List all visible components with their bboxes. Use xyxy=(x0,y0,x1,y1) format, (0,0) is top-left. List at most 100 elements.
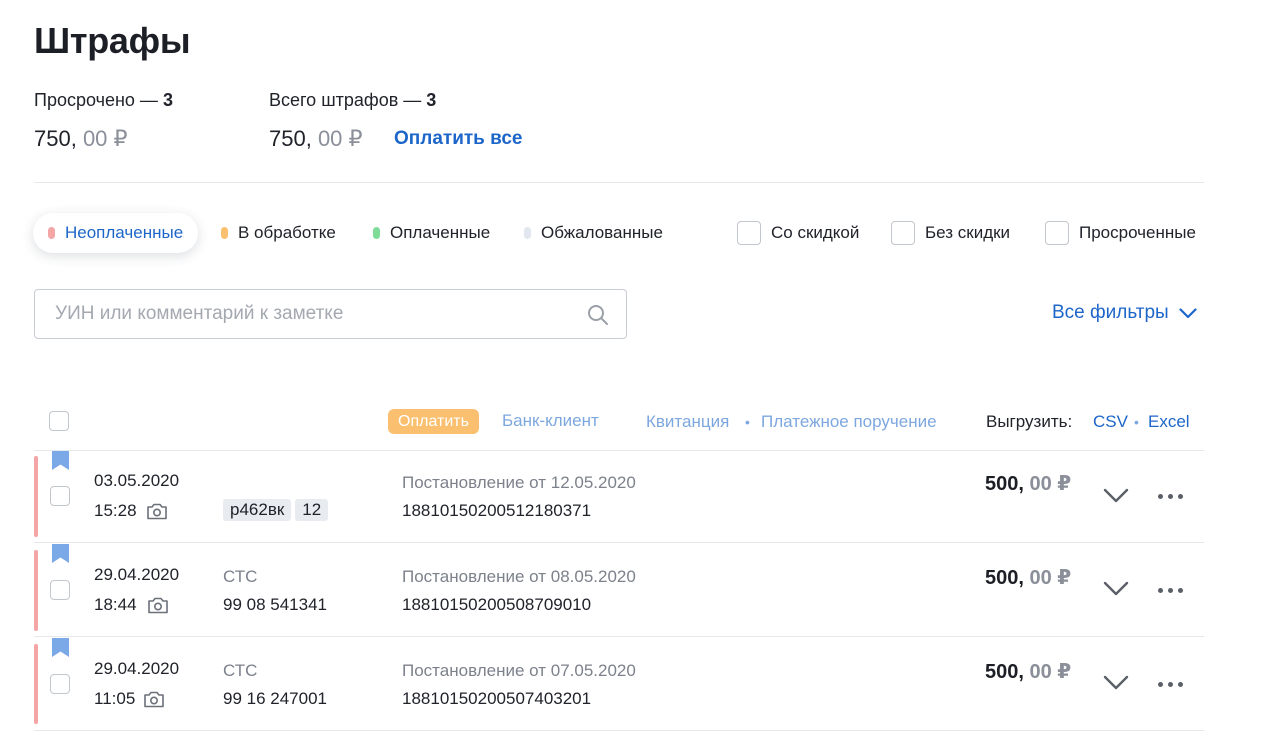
overdue-amount-rub: 750, xyxy=(34,126,83,151)
fine-amount: 500, 00 ₽ xyxy=(985,565,1071,590)
bookmark-icon[interactable] xyxy=(52,638,69,657)
tab-paid-label: Оплаченные xyxy=(390,223,491,242)
more-dots-icon[interactable] xyxy=(1158,494,1183,499)
total-amount-kop: 00 ₽ xyxy=(317,126,363,151)
overdue-flag xyxy=(34,550,38,631)
export-csv-link[interactable]: CSV xyxy=(1093,412,1128,432)
status-dot-paid xyxy=(373,227,380,239)
more-dots-icon[interactable] xyxy=(1158,588,1183,593)
toolbar-separator: • xyxy=(745,414,750,430)
fine-date: 29.04.2020 xyxy=(94,659,180,678)
summary-divider xyxy=(34,182,1204,183)
fine-amount: 500, 00 ₽ xyxy=(985,659,1071,684)
tab-appealed[interactable]: Обжалованные xyxy=(524,213,663,253)
plate-number: р462вк xyxy=(223,499,292,521)
fine-time: 11:05 xyxy=(94,689,136,708)
row-checkbox[interactable] xyxy=(50,486,70,506)
search-icon[interactable] xyxy=(586,303,610,327)
export-excel-link[interactable]: Excel xyxy=(1148,412,1190,432)
camera-icon[interactable] xyxy=(147,597,169,614)
total-label: Всего штрафов — xyxy=(269,90,427,110)
fine-amount-rub: 500, xyxy=(985,661,1030,683)
filter-overdue[interactable]: Просроченные xyxy=(1045,221,1196,245)
uin-number: 18810150200512180371 xyxy=(402,501,592,520)
select-all-checkbox[interactable] xyxy=(49,411,69,431)
tab-processing[interactable]: В обработке xyxy=(221,213,336,253)
fine-time: 18:44 xyxy=(94,595,137,614)
chevron-down-icon[interactable] xyxy=(1103,488,1129,504)
receipt-link[interactable]: Квитанция xyxy=(646,412,729,432)
total-count: 3 xyxy=(426,90,437,110)
chevron-down-icon[interactable] xyxy=(1103,581,1129,597)
decree-label: Постановление от 12.05.2020 xyxy=(402,473,636,492)
overdue-label: Просрочено — xyxy=(34,90,163,110)
fine-amount-kop: 00 ₽ xyxy=(1029,661,1072,683)
document-number: 99 16 247001 xyxy=(223,689,327,708)
pay-all-link[interactable]: Оплатить все xyxy=(394,128,522,150)
fine-amount-rub: 500, xyxy=(985,473,1030,495)
license-plate: р462вк 12 xyxy=(223,499,329,521)
chevron-down-icon xyxy=(1179,307,1197,318)
tab-processing-label: В обработке xyxy=(238,223,336,242)
table-header-divider xyxy=(34,450,1204,451)
bank-client-link[interactable]: Банк-клиент xyxy=(502,411,599,431)
chevron-down-icon[interactable] xyxy=(1103,675,1129,691)
tab-paid[interactable]: Оплаченные xyxy=(373,213,490,253)
filter-with-discount-checkbox[interactable] xyxy=(737,221,761,245)
camera-icon[interactable] xyxy=(146,503,168,520)
all-filters-button[interactable]: Все фильтры xyxy=(1052,302,1197,324)
decree-label: Постановление от 07.05.2020 xyxy=(402,661,636,680)
overdue-count: 3 xyxy=(162,90,173,110)
status-dot-unpaid xyxy=(48,227,55,239)
bookmark-icon[interactable] xyxy=(52,451,69,470)
fine-amount-kop: 00 ₽ xyxy=(1029,473,1072,495)
overdue-summary-label: Просрочено — 3 xyxy=(34,90,173,111)
fine-amount: 500, 00 ₽ xyxy=(985,471,1071,496)
all-filters-label: Все фильтры xyxy=(1052,302,1169,323)
fine-time: 15:28 xyxy=(94,501,137,520)
export-label: Выгрузить: xyxy=(986,412,1073,431)
status-dot-appealed xyxy=(524,227,531,239)
search-input[interactable] xyxy=(55,302,575,326)
document-number: 99 08 541341 xyxy=(223,595,327,614)
camera-icon[interactable] xyxy=(143,691,165,708)
tab-unpaid-label: Неоплаченные xyxy=(65,223,184,242)
filter-overdue-checkbox[interactable] xyxy=(1045,221,1069,245)
row-divider xyxy=(34,636,1204,637)
overdue-flag xyxy=(34,644,38,724)
filter-without-discount-label: Без скидки xyxy=(925,223,1011,242)
page-title: Штрафы xyxy=(34,20,191,61)
uin-number: 18810150200508709010 xyxy=(402,595,592,614)
plate-region: 12 xyxy=(295,499,329,521)
bookmark-icon[interactable] xyxy=(52,544,69,563)
pay-button[interactable]: Оплатить xyxy=(388,409,479,434)
overdue-amount: 750, 00 ₽ xyxy=(34,126,128,152)
filter-overdue-label: Просроченные xyxy=(1079,223,1196,242)
document-type: СТС xyxy=(223,567,258,586)
overdue-flag xyxy=(34,456,38,537)
fine-amount-kop: 00 ₽ xyxy=(1029,567,1072,589)
filter-with-discount[interactable]: Со скидкой xyxy=(737,221,859,245)
decree-label: Постановление от 08.05.2020 xyxy=(402,567,636,586)
fine-date: 03.05.2020 xyxy=(94,471,180,490)
more-dots-icon[interactable] xyxy=(1158,682,1183,687)
filter-without-discount[interactable]: Без скидки xyxy=(891,221,1010,245)
status-dot-processing xyxy=(221,227,228,239)
row-checkbox[interactable] xyxy=(50,674,70,694)
payment-order-link[interactable]: Платежное поручение xyxy=(761,412,937,432)
tab-appealed-label: Обжалованные xyxy=(541,223,663,242)
total-amount: 750, 00 ₽ xyxy=(269,126,363,152)
tab-unpaid[interactable]: Неоплаченные xyxy=(33,213,199,253)
fine-date: 29.04.2020 xyxy=(94,565,180,584)
total-amount-rub: 750, xyxy=(269,126,318,151)
row-divider xyxy=(34,542,1204,543)
uin-number: 18810150200507403201 xyxy=(402,689,592,708)
row-checkbox[interactable] xyxy=(50,580,70,600)
search-box xyxy=(34,289,627,339)
filter-with-discount-label: Со скидкой xyxy=(771,223,860,242)
overdue-amount-kop: 00 ₽ xyxy=(82,126,128,151)
filter-without-discount-checkbox[interactable] xyxy=(891,221,915,245)
document-type: СТС xyxy=(223,661,258,680)
total-summary-label: Всего штрафов — 3 xyxy=(269,90,436,111)
fine-amount-rub: 500, xyxy=(985,567,1030,589)
